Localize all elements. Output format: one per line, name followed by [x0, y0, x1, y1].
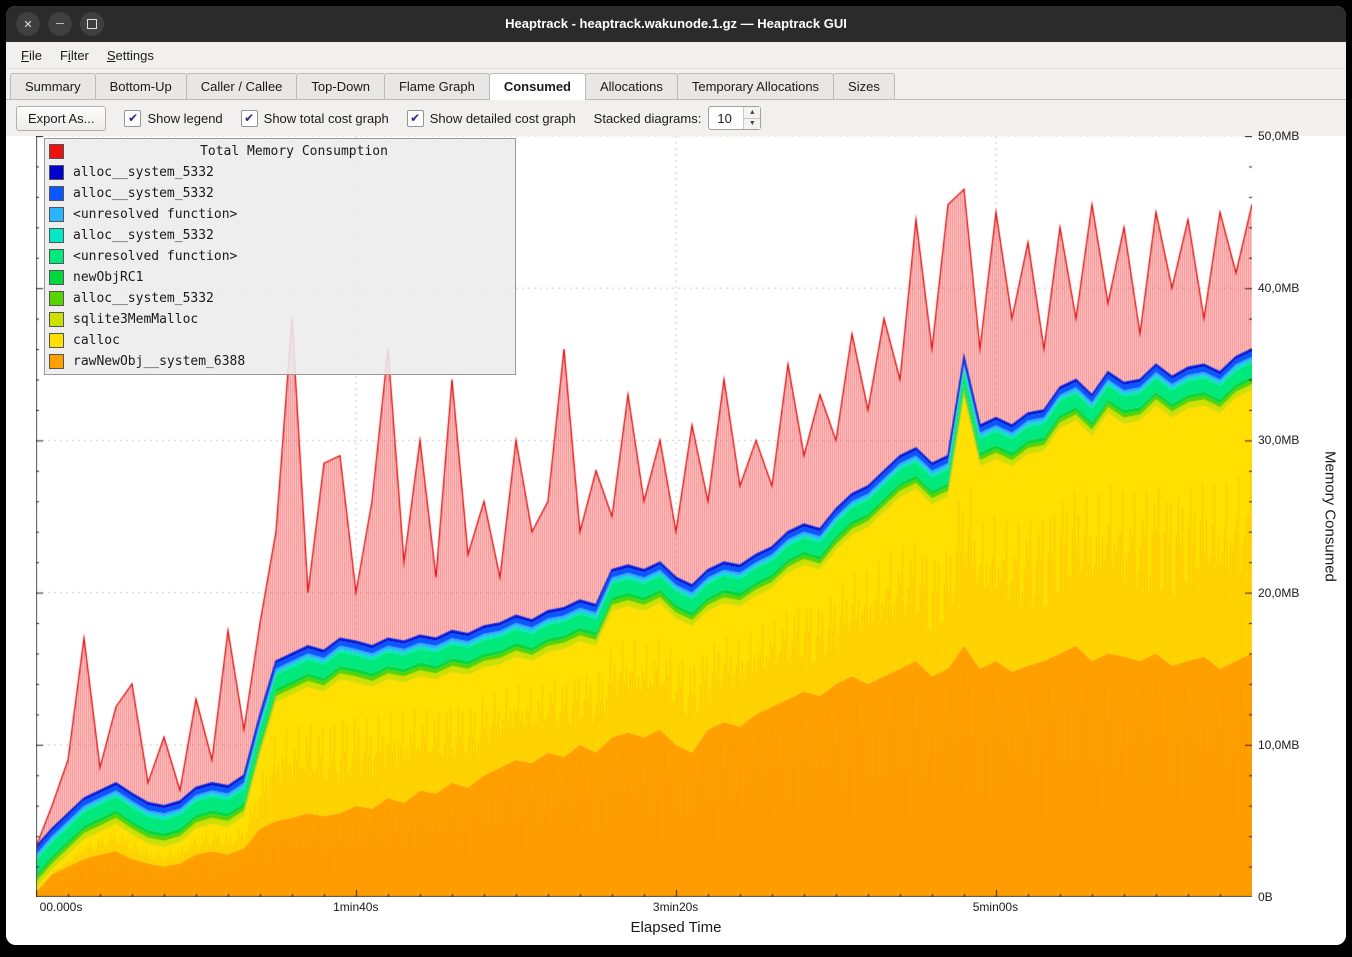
legend-swatch: [49, 165, 64, 180]
legend-swatch: [49, 312, 64, 327]
y-axis: 0B 10,0MB 20,0MB 30,0MB 40,0MB 50,0MB: [1252, 136, 1314, 897]
checkbox-check-icon: ✔: [407, 110, 424, 127]
legend-item: alloc__system_5332: [45, 225, 515, 246]
legend-label: <unresolved function>: [73, 249, 237, 264]
checkbox-label: Show total cost graph: [264, 111, 389, 126]
show-legend-checkbox[interactable]: ✔ Show legend: [124, 110, 222, 127]
spinner-buttons: ▲ ▼: [743, 107, 760, 129]
stacked-diagrams-group: Stacked diagrams: 10 ▲ ▼: [594, 106, 762, 130]
legend-item: alloc__system_5332: [45, 183, 515, 204]
legend-item: rawNewObj__system_6388: [45, 351, 515, 372]
chart-legend: Total Memory Consumption alloc__system_5…: [44, 138, 516, 375]
spinner-value[interactable]: 10: [709, 107, 743, 129]
window-title: Heaptrack - heaptrack.wakunode.1.gz — He…: [6, 6, 1346, 42]
legend-label: alloc__system_5332: [73, 291, 214, 306]
legend-swatch: [49, 291, 64, 306]
tab-bar: Summary Bottom-Up Caller / Callee Top-Do…: [6, 69, 1346, 100]
menu-bar: File Filter Settings: [6, 42, 1346, 69]
y-axis-label: 0B: [1258, 890, 1273, 904]
stacked-diagrams-label: Stacked diagrams:: [594, 111, 702, 126]
y-axis-title-container: Memory Consumed: [1314, 136, 1346, 897]
toolbar: Export As... ✔ Show legend ✔ Show total …: [6, 100, 1346, 136]
legend-item: alloc__system_5332: [45, 162, 515, 183]
x-axis-label: 1min40s: [333, 900, 378, 914]
chart-region: Total Memory Consumption alloc__system_5…: [6, 136, 1346, 945]
y-axis-label: 40,0MB: [1258, 281, 1299, 295]
x-axis-label: 3min20s: [653, 900, 698, 914]
show-total-cost-graph-checkbox[interactable]: ✔ Show total cost graph: [241, 110, 389, 127]
tab-temporary-allocations[interactable]: Temporary Allocations: [677, 73, 834, 99]
y-axis-label: 30,0MB: [1258, 433, 1299, 447]
spin-up-icon[interactable]: ▲: [744, 107, 760, 119]
checkbox-check-icon: ✔: [124, 110, 141, 127]
stacked-diagrams-spinner[interactable]: 10 ▲ ▼: [708, 106, 761, 130]
x-axis-title: Elapsed Time: [6, 917, 1346, 945]
y-axis-label: 10,0MB: [1258, 738, 1299, 752]
y-axis-label: 20,0MB: [1258, 586, 1299, 600]
legend-swatch: [49, 249, 64, 264]
legend-swatch: [49, 333, 64, 348]
y-axis-title: Memory Consumed: [1322, 451, 1339, 582]
checkbox-label: Show legend: [147, 111, 222, 126]
minimize-button[interactable]: ─: [48, 12, 72, 36]
menu-filter[interactable]: Filter: [51, 45, 98, 66]
titlebar: ✕ ─ Heaptrack - heaptrack.wakunode.1.gz …: [6, 6, 1346, 42]
close-button[interactable]: ✕: [16, 12, 40, 36]
legend-label: alloc__system_5332: [73, 165, 214, 180]
y-axis-label: 50,0MB: [1258, 129, 1299, 143]
legend-item: <unresolved function>: [45, 204, 515, 225]
legend-label: calloc: [73, 333, 120, 348]
legend-swatch: [49, 270, 64, 285]
legend-title-row: Total Memory Consumption: [45, 141, 515, 162]
tab-flame-graph[interactable]: Flame Graph: [384, 73, 490, 99]
legend-swatch: [49, 228, 64, 243]
legend-label: alloc__system_5332: [73, 228, 214, 243]
tab-bottom-up[interactable]: Bottom-Up: [95, 73, 187, 99]
legend-swatch: [49, 354, 64, 369]
legend-swatch: [49, 186, 64, 201]
menu-file[interactable]: File: [12, 45, 51, 66]
x-axis-label: 5min00s: [973, 900, 1018, 914]
spin-down-icon[interactable]: ▼: [744, 119, 760, 130]
x-axis: 00.000s 1min40s 3min20s 5min00s: [36, 897, 1252, 917]
tab-top-down[interactable]: Top-Down: [296, 73, 385, 99]
legend-label: sqlite3MemMalloc: [73, 312, 198, 327]
minimize-icon: ─: [56, 18, 64, 30]
show-detailed-cost-graph-checkbox[interactable]: ✔ Show detailed cost graph: [407, 110, 576, 127]
legend-swatch: [49, 144, 64, 159]
checkbox-label: Show detailed cost graph: [430, 111, 576, 126]
checkbox-check-icon: ✔: [241, 110, 258, 127]
x-axis-label: 00.000s: [40, 900, 83, 914]
legend-item: newObjRC1: [45, 267, 515, 288]
menu-settings[interactable]: Settings: [98, 45, 163, 66]
legend-item: sqlite3MemMalloc: [45, 309, 515, 330]
tab-allocations[interactable]: Allocations: [585, 73, 678, 99]
tab-caller-callee[interactable]: Caller / Callee: [186, 73, 298, 99]
maximize-icon: [87, 19, 97, 29]
export-as-button[interactable]: Export As...: [16, 106, 106, 131]
legend-item: <unresolved function>: [45, 246, 515, 267]
window-controls: ✕ ─: [16, 12, 104, 36]
maximize-button[interactable]: [80, 12, 104, 36]
close-icon: ✕: [23, 18, 32, 31]
legend-item: calloc: [45, 330, 515, 351]
plot-area: Total Memory Consumption alloc__system_5…: [36, 136, 1252, 897]
tab-sizes[interactable]: Sizes: [833, 73, 895, 99]
legend-item: alloc__system_5332: [45, 288, 515, 309]
legend-swatch: [49, 207, 64, 222]
tab-summary[interactable]: Summary: [10, 73, 96, 99]
legend-label: newObjRC1: [73, 270, 143, 285]
legend-title: Total Memory Consumption: [73, 144, 515, 159]
tab-consumed[interactable]: Consumed: [489, 73, 586, 100]
legend-label: alloc__system_5332: [73, 186, 214, 201]
heaptrack-window: ✕ ─ Heaptrack - heaptrack.wakunode.1.gz …: [6, 6, 1346, 945]
legend-label: rawNewObj__system_6388: [73, 354, 245, 369]
legend-label: <unresolved function>: [73, 207, 237, 222]
